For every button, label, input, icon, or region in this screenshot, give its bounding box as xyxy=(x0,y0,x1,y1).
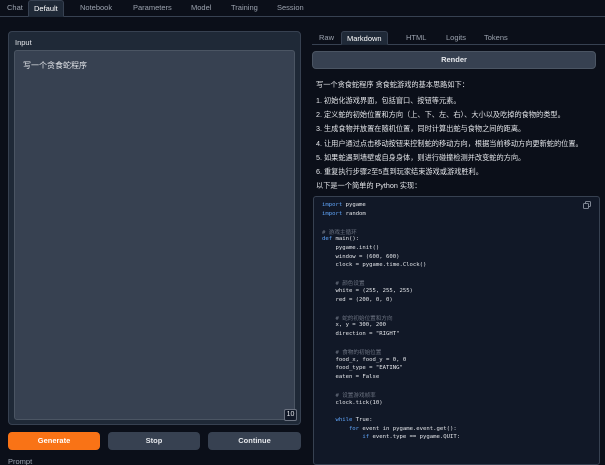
prompt-label: Prompt xyxy=(8,457,33,465)
code-block: import pygame import random # 游戏主循环 def mai… xyxy=(313,196,600,465)
code-keyword: for xyxy=(322,425,360,432)
code-line: for event in pygame.event.get(): xyxy=(322,426,457,432)
tab-html[interactable]: HTML xyxy=(401,31,431,45)
code-text: pygame.init() xyxy=(322,245,380,251)
code-line: # 蛇的初始位置和方向 xyxy=(322,314,393,322)
code-line: import pygame xyxy=(322,202,366,208)
code-text: event.type == pygame.QUIT: xyxy=(369,434,461,441)
code-text: direction = "RIGHT" xyxy=(322,331,400,337)
code-line: food_x, food_y = 0, 0 xyxy=(322,357,406,363)
code-text: clock.tick(10) xyxy=(322,399,383,406)
code-line: while True: xyxy=(322,417,373,423)
continue-button[interactable]: Continue xyxy=(208,432,301,450)
tab-parameters[interactable]: Parameters xyxy=(128,0,177,17)
code-line: # 游戏主循环 xyxy=(322,228,357,236)
render-button[interactable]: Render xyxy=(312,51,596,69)
markdown-line: 1. 初始化游戏界面，包括窗口、按钮等元素。 xyxy=(316,96,461,105)
code-line: # 颜色设置 xyxy=(322,279,365,288)
code-keyword: def xyxy=(322,236,333,243)
tab-markdown[interactable]: Markdown xyxy=(341,31,388,45)
tab-raw[interactable]: Raw xyxy=(314,31,339,45)
tab-model[interactable]: Model xyxy=(186,0,216,17)
code-line: if event.type == pygame.QUIT: xyxy=(322,434,460,440)
markdown-line: 5. 如果蛇遇到墙壁或自身身体，则进行碰撞检测并改变蛇的方向。 xyxy=(316,153,526,162)
code-comment: # 食物的初始位置 xyxy=(322,350,382,357)
input-textarea[interactable]: 写一个贪食蛇程序 xyxy=(14,50,295,420)
generate-button[interactable]: Generate xyxy=(8,432,100,450)
tab-tokens[interactable]: Tokens xyxy=(479,31,513,45)
code-line: x, y = 300, 200 xyxy=(322,322,386,328)
stop-button[interactable]: Stop xyxy=(108,432,200,450)
code-comment: # 设置游戏帧率 xyxy=(322,393,376,400)
code-line: clock = pygame.time.Clock() xyxy=(322,262,426,268)
code-text: x, y = 300, 200 xyxy=(322,322,386,329)
code-text: eaten = False xyxy=(322,374,380,380)
tab-default[interactable]: Default xyxy=(28,0,64,17)
code-comment: # 颜色设置 xyxy=(322,281,365,288)
tab-chat[interactable]: Chat xyxy=(2,0,28,17)
code-line: red = (200, 0, 0) xyxy=(322,296,393,303)
code-text: food_x, food_y = 0, 0 xyxy=(322,356,407,363)
markdown-line: 以下是一个简单的 Python 实现： xyxy=(316,181,422,190)
code-line: eaten = False xyxy=(322,374,379,380)
code-line: import random xyxy=(322,211,366,217)
top-tab-bar: Chat Default Notebook Parameters Model T… xyxy=(0,0,605,17)
code-line: pygame.init() xyxy=(322,245,379,251)
code-comment: # 游戏主循环 xyxy=(322,229,357,236)
code-text: window = (600, 600) xyxy=(322,253,400,260)
tab-notebook[interactable]: Notebook xyxy=(75,0,117,17)
input-panel: Input 写一个贪食蛇程序 10 xyxy=(8,31,301,425)
markdown-line: 4. 让用户通过点击移动按钮来控制蛇的移动方向，根据当前移动方向更新蛇的位置。 xyxy=(316,139,583,148)
tab-training[interactable]: Training xyxy=(226,0,263,17)
input-label: Input xyxy=(15,38,32,47)
code-line: clock.tick(10) xyxy=(322,399,383,406)
markdown-line: 2. 定义蛇的初始位置和方向（上、下、左、右）、大小以及吃掉的食物的类型。 xyxy=(316,110,565,119)
code-line: def main(): xyxy=(322,236,359,242)
code-text: event in pygame.event.get(): xyxy=(359,425,457,432)
code-line: white = (255, 255, 255) xyxy=(322,288,413,294)
markdown-line: 3. 生成食物并放置在随机位置，同时计算出蛇与食物之间的距离。 xyxy=(316,124,526,133)
code-text: white = (255, 255, 255) xyxy=(322,288,413,294)
code-keyword: while xyxy=(322,417,353,423)
code-keyword: import xyxy=(322,202,343,208)
tab-logits[interactable]: Logits xyxy=(441,31,471,45)
code-line: # 设置游戏帧率 xyxy=(322,391,376,400)
code-line: # 食物的初始位置 xyxy=(322,348,381,356)
copy-icon[interactable] xyxy=(583,201,591,209)
code-text: True: xyxy=(352,417,373,423)
code-text: random xyxy=(342,210,366,217)
code-keyword: import xyxy=(322,210,343,217)
code-line: window = (600, 600) xyxy=(322,254,399,260)
output-tab-bar: Raw Markdown HTML Logits Tokens xyxy=(312,31,605,45)
token-count-badge: 10 xyxy=(284,409,297,421)
code-text: pygame xyxy=(342,202,366,208)
code-text: main(): xyxy=(332,236,360,243)
code-text: red = (200, 0, 0) xyxy=(322,296,393,303)
code-line: direction = "RIGHT" xyxy=(322,331,399,337)
tab-session[interactable]: Session xyxy=(272,0,309,17)
markdown-line: 写一个贪食蛇程序 贪食蛇游戏的基本思路如下： xyxy=(316,80,469,89)
code-comment: # 蛇的初始位置和方向 xyxy=(322,315,393,322)
code-text: clock = pygame.time.Clock() xyxy=(322,262,427,269)
code-keyword: if xyxy=(322,434,370,441)
code-line: food_type = "EATING" xyxy=(322,365,403,372)
code-text: food_type = "EATING" xyxy=(322,365,403,372)
markdown-line: 6. 重复执行步骤2至5直到玩家结束游戏或游戏胜利。 xyxy=(316,167,483,176)
